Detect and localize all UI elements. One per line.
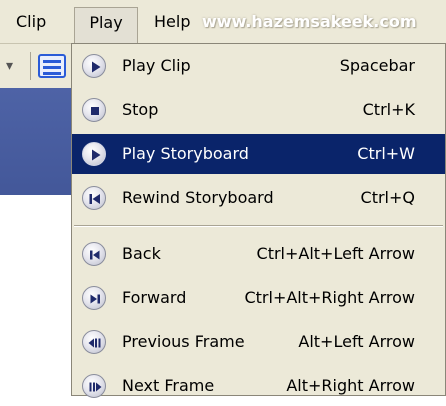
menu-item-shortcut: Spacebar bbox=[339, 56, 415, 75]
menu-item-shortcut: Ctrl+Alt+Right Arrow bbox=[244, 288, 415, 307]
menu-item-label: Back bbox=[122, 244, 161, 263]
next-frame-icon bbox=[82, 374, 106, 398]
menu-play[interactable]: Play bbox=[74, 7, 138, 44]
menu-help-label: Help bbox=[154, 12, 191, 31]
chevron-down-icon[interactable]: ▾ bbox=[6, 58, 13, 74]
menu-item-shortcut: Ctrl+Alt+Left Arrow bbox=[256, 244, 415, 263]
menu-help[interactable]: Help bbox=[154, 7, 190, 37]
menu-item-shortcut: Ctrl+W bbox=[357, 144, 415, 163]
menu-item-label: Play Clip bbox=[122, 56, 191, 75]
menu-clip[interactable]: Clip bbox=[16, 7, 46, 37]
play-icon bbox=[82, 54, 106, 78]
content-area bbox=[0, 195, 72, 396]
menu-item-stop[interactable]: Stop Ctrl+K bbox=[72, 90, 445, 130]
watermark: www.hazemsakeek.com bbox=[202, 12, 417, 31]
previous-frame-icon bbox=[82, 330, 106, 354]
menu-item-rewind-storyboard[interactable]: Rewind Storyboard Ctrl+Q bbox=[72, 178, 445, 218]
stop-icon bbox=[82, 98, 106, 122]
back-icon bbox=[82, 242, 106, 266]
menu-item-forward[interactable]: Forward Ctrl+Alt+Right Arrow bbox=[72, 278, 445, 318]
menu-item-back[interactable]: Back Ctrl+Alt+Left Arrow bbox=[72, 234, 445, 274]
menu-item-label: Previous Frame bbox=[122, 332, 245, 351]
menu-item-play-storyboard[interactable]: Play Storyboard Ctrl+W bbox=[72, 134, 445, 174]
menu-item-label: Rewind Storyboard bbox=[122, 188, 274, 207]
forward-icon bbox=[82, 286, 106, 310]
menu-item-label: Forward bbox=[122, 288, 187, 307]
play-icon bbox=[82, 142, 106, 166]
rewind-icon bbox=[82, 186, 106, 210]
menu-item-shortcut: Ctrl+Q bbox=[360, 188, 415, 207]
menu-play-label: Play bbox=[89, 13, 123, 32]
menu-item-previous-frame[interactable]: Previous Frame Alt+Left Arrow bbox=[72, 322, 445, 362]
toolbar-separator bbox=[30, 52, 31, 80]
play-menu-dropdown: Play Clip Spacebar Stop Ctrl+K Play Stor… bbox=[71, 43, 446, 398]
menu-item-label: Play Storyboard bbox=[122, 144, 249, 163]
menu-item-shortcut: Alt+Left Arrow bbox=[298, 332, 415, 351]
menubar: Clip Play Help www.hazemsakeek.com bbox=[0, 0, 446, 44]
menu-item-label: Next Frame bbox=[122, 376, 215, 395]
menu-item-shortcut: Ctrl+K bbox=[362, 100, 415, 119]
menu-clip-label: Clip bbox=[16, 12, 47, 31]
list-view-icon[interactable] bbox=[38, 54, 66, 78]
menu-separator bbox=[74, 225, 443, 227]
menu-item-next-frame[interactable]: Next Frame Alt+Right Arrow bbox=[72, 366, 445, 406]
menu-item-play-clip[interactable]: Play Clip Spacebar bbox=[72, 46, 445, 86]
menu-item-shortcut: Alt+Right Arrow bbox=[286, 376, 415, 395]
menu-item-label: Stop bbox=[122, 100, 159, 119]
